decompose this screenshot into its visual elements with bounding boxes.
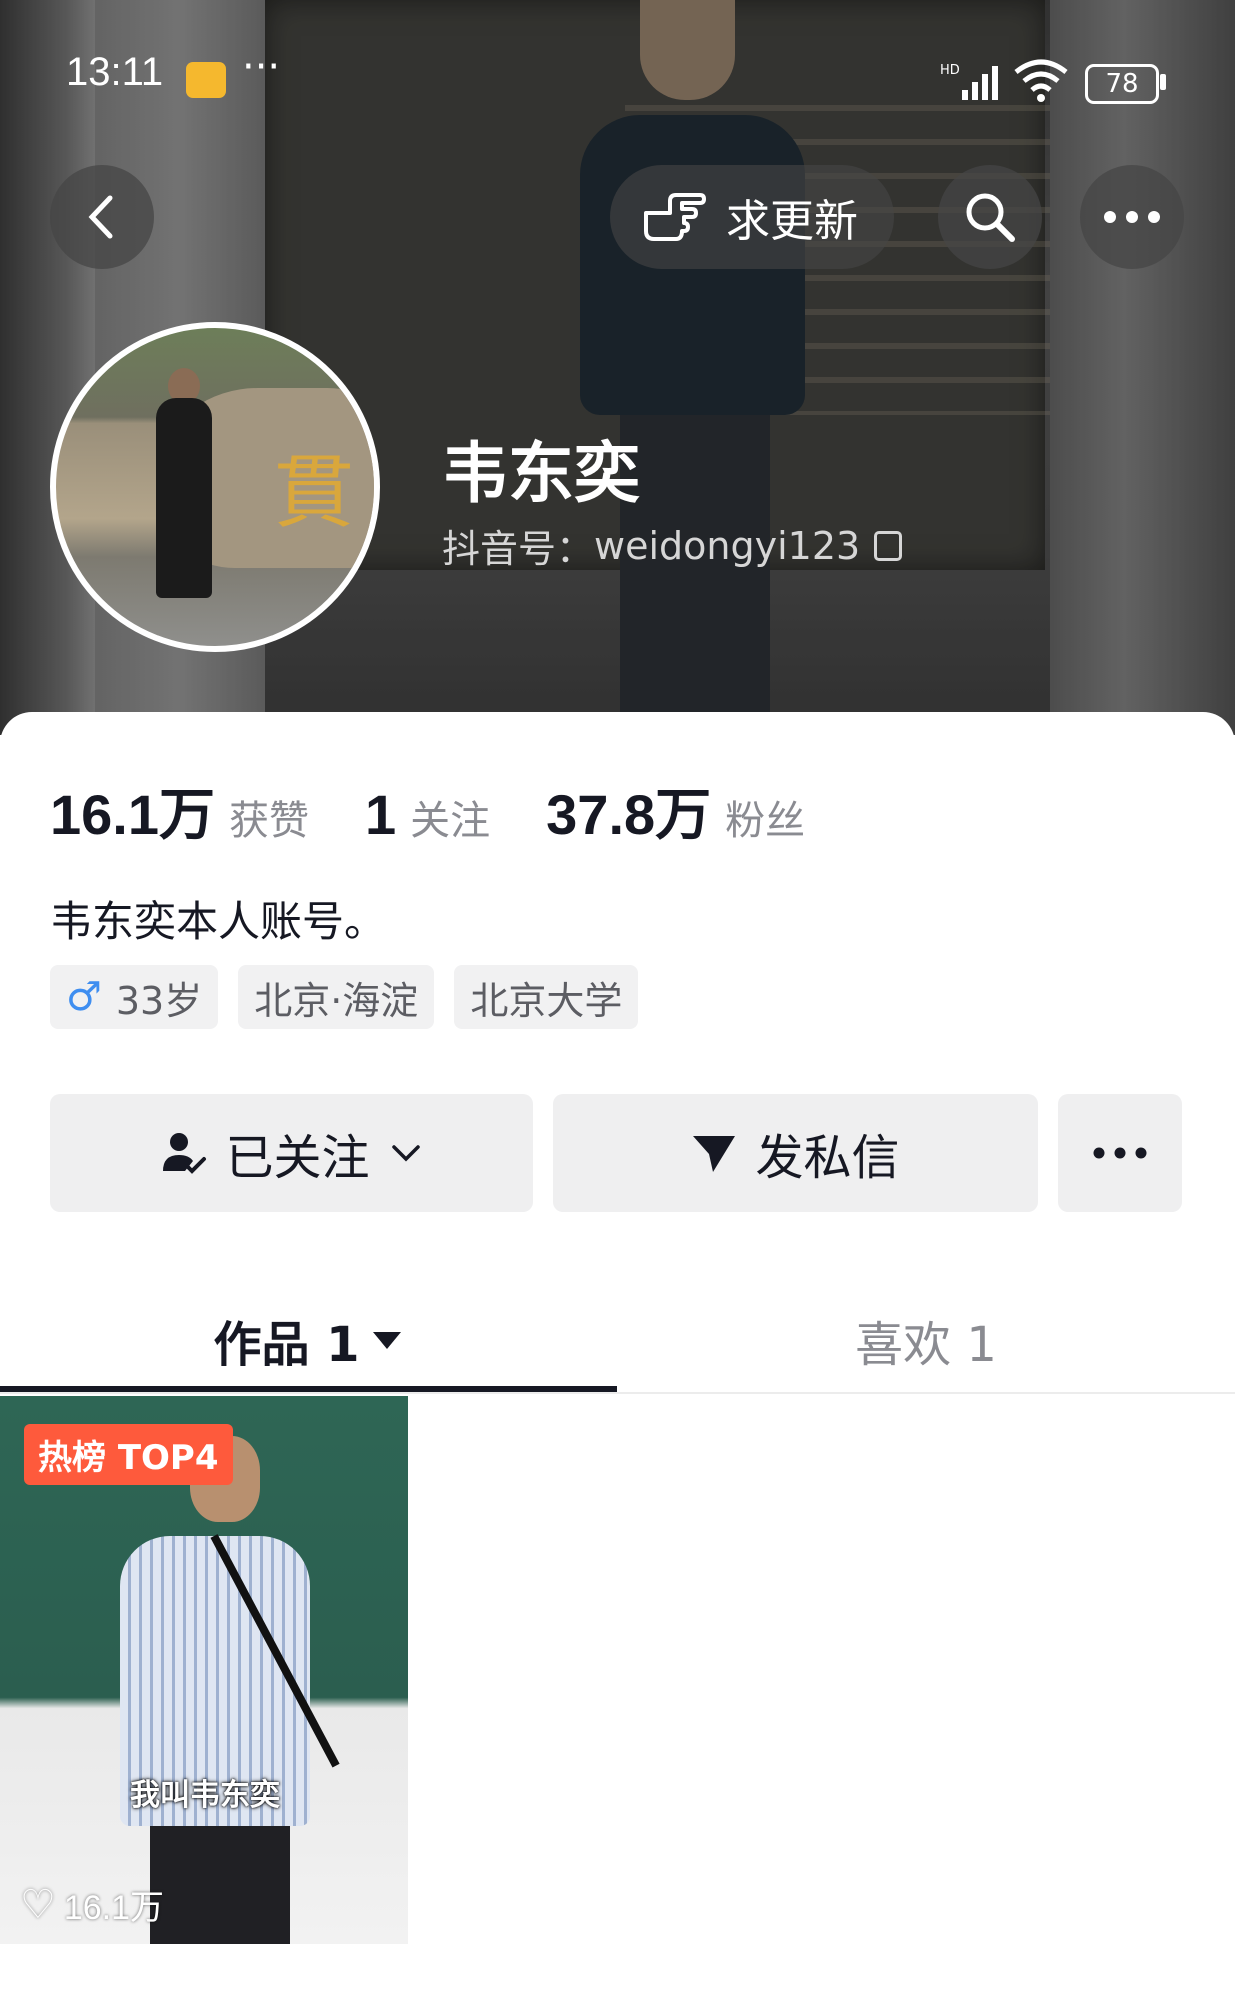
video-thumbnail[interactable]: 热榜 TOP4 我叫韦东奕 ♡ 16.1万 bbox=[0, 1396, 408, 1944]
request-update-button[interactable]: 求更新 bbox=[610, 165, 894, 269]
school-tag[interactable]: 北京大学 bbox=[454, 965, 639, 1029]
profile-id-value: weidongyi123 bbox=[594, 523, 861, 568]
tab-likes[interactable]: 喜欢 1 bbox=[617, 1290, 1235, 1390]
heart-icon: ♡ bbox=[20, 1882, 56, 1927]
followers-count[interactable]: 37.8万 bbox=[546, 770, 711, 851]
followed-label: 已关注 bbox=[225, 1130, 370, 1186]
following-label[interactable]: 关注 bbox=[410, 788, 490, 846]
followed-button[interactable]: 已关注 bbox=[50, 1094, 533, 1212]
notification-app-icon bbox=[186, 62, 226, 98]
stats-row: 16.1万 获赞 1 关注 37.8万 粉丝 bbox=[50, 770, 861, 851]
request-update-label: 求更新 bbox=[726, 196, 858, 247]
user-check-icon bbox=[163, 1133, 207, 1174]
pointing-hand-icon bbox=[644, 193, 706, 241]
chevron-down-icon bbox=[391, 1145, 420, 1162]
more-actions-button[interactable] bbox=[1058, 1094, 1182, 1212]
tab-divider bbox=[0, 1392, 1235, 1394]
battery-icon: 78 bbox=[1085, 64, 1159, 104]
followers-label[interactable]: 粉丝 bbox=[725, 788, 805, 846]
signal-icon: HD bbox=[940, 62, 1006, 112]
age-tag: ♂ 33岁 bbox=[50, 965, 219, 1029]
send-icon bbox=[693, 1136, 736, 1172]
back-button[interactable] bbox=[50, 165, 154, 269]
wifi-icon bbox=[1012, 58, 1070, 112]
status-time: 13:11 bbox=[66, 50, 164, 94]
search-icon bbox=[966, 193, 1015, 242]
search-button[interactable] bbox=[938, 165, 1042, 269]
profile-id: 抖音号： weidongyi123 bbox=[442, 518, 903, 573]
location-tag[interactable]: 北京·海淀 bbox=[238, 965, 435, 1029]
likes-count[interactable]: 16.1万 bbox=[50, 770, 215, 851]
age-label: 33岁 bbox=[115, 978, 203, 1023]
avatar[interactable]: 貫 bbox=[50, 322, 380, 652]
more-options-button[interactable] bbox=[1080, 165, 1184, 269]
profile-id-label: 抖音号： bbox=[442, 527, 595, 571]
more-notifications-icon: ··· bbox=[242, 44, 281, 90]
hot-rank-badge: 热榜 TOP4 bbox=[24, 1424, 233, 1485]
caret-down-icon bbox=[372, 1332, 401, 1349]
profile-tags: ♂ 33岁 北京·海淀 北京大学 bbox=[50, 965, 658, 1029]
battery-tip bbox=[1160, 74, 1166, 90]
video-caption: 我叫韦东奕 bbox=[130, 1778, 280, 1813]
video-likes-count: 16.1万 bbox=[63, 1889, 165, 1927]
male-icon: ♂ bbox=[66, 974, 102, 1020]
send-message-label: 发私信 bbox=[755, 1130, 900, 1186]
following-count[interactable]: 1 bbox=[365, 782, 396, 847]
profile-bio: 韦东奕本人账号。 bbox=[50, 897, 387, 946]
signal-hd-label: HD bbox=[940, 63, 960, 78]
likes-label[interactable]: 获赞 bbox=[229, 788, 309, 846]
profile-name: 韦东奕 bbox=[442, 435, 640, 512]
more-dots-icon bbox=[1104, 211, 1160, 223]
more-dots-icon bbox=[1093, 1147, 1147, 1159]
send-message-button[interactable]: 发私信 bbox=[553, 1094, 1038, 1212]
chevron-left-icon bbox=[88, 195, 113, 239]
tab-works[interactable]: 作品 1 bbox=[0, 1290, 617, 1390]
copy-icon[interactable] bbox=[874, 530, 903, 561]
tab-likes-label: 喜欢 1 bbox=[855, 1317, 997, 1373]
video-likes: ♡ 16.1万 bbox=[20, 1880, 164, 1929]
tab-works-label: 作品 1 bbox=[213, 1317, 360, 1373]
